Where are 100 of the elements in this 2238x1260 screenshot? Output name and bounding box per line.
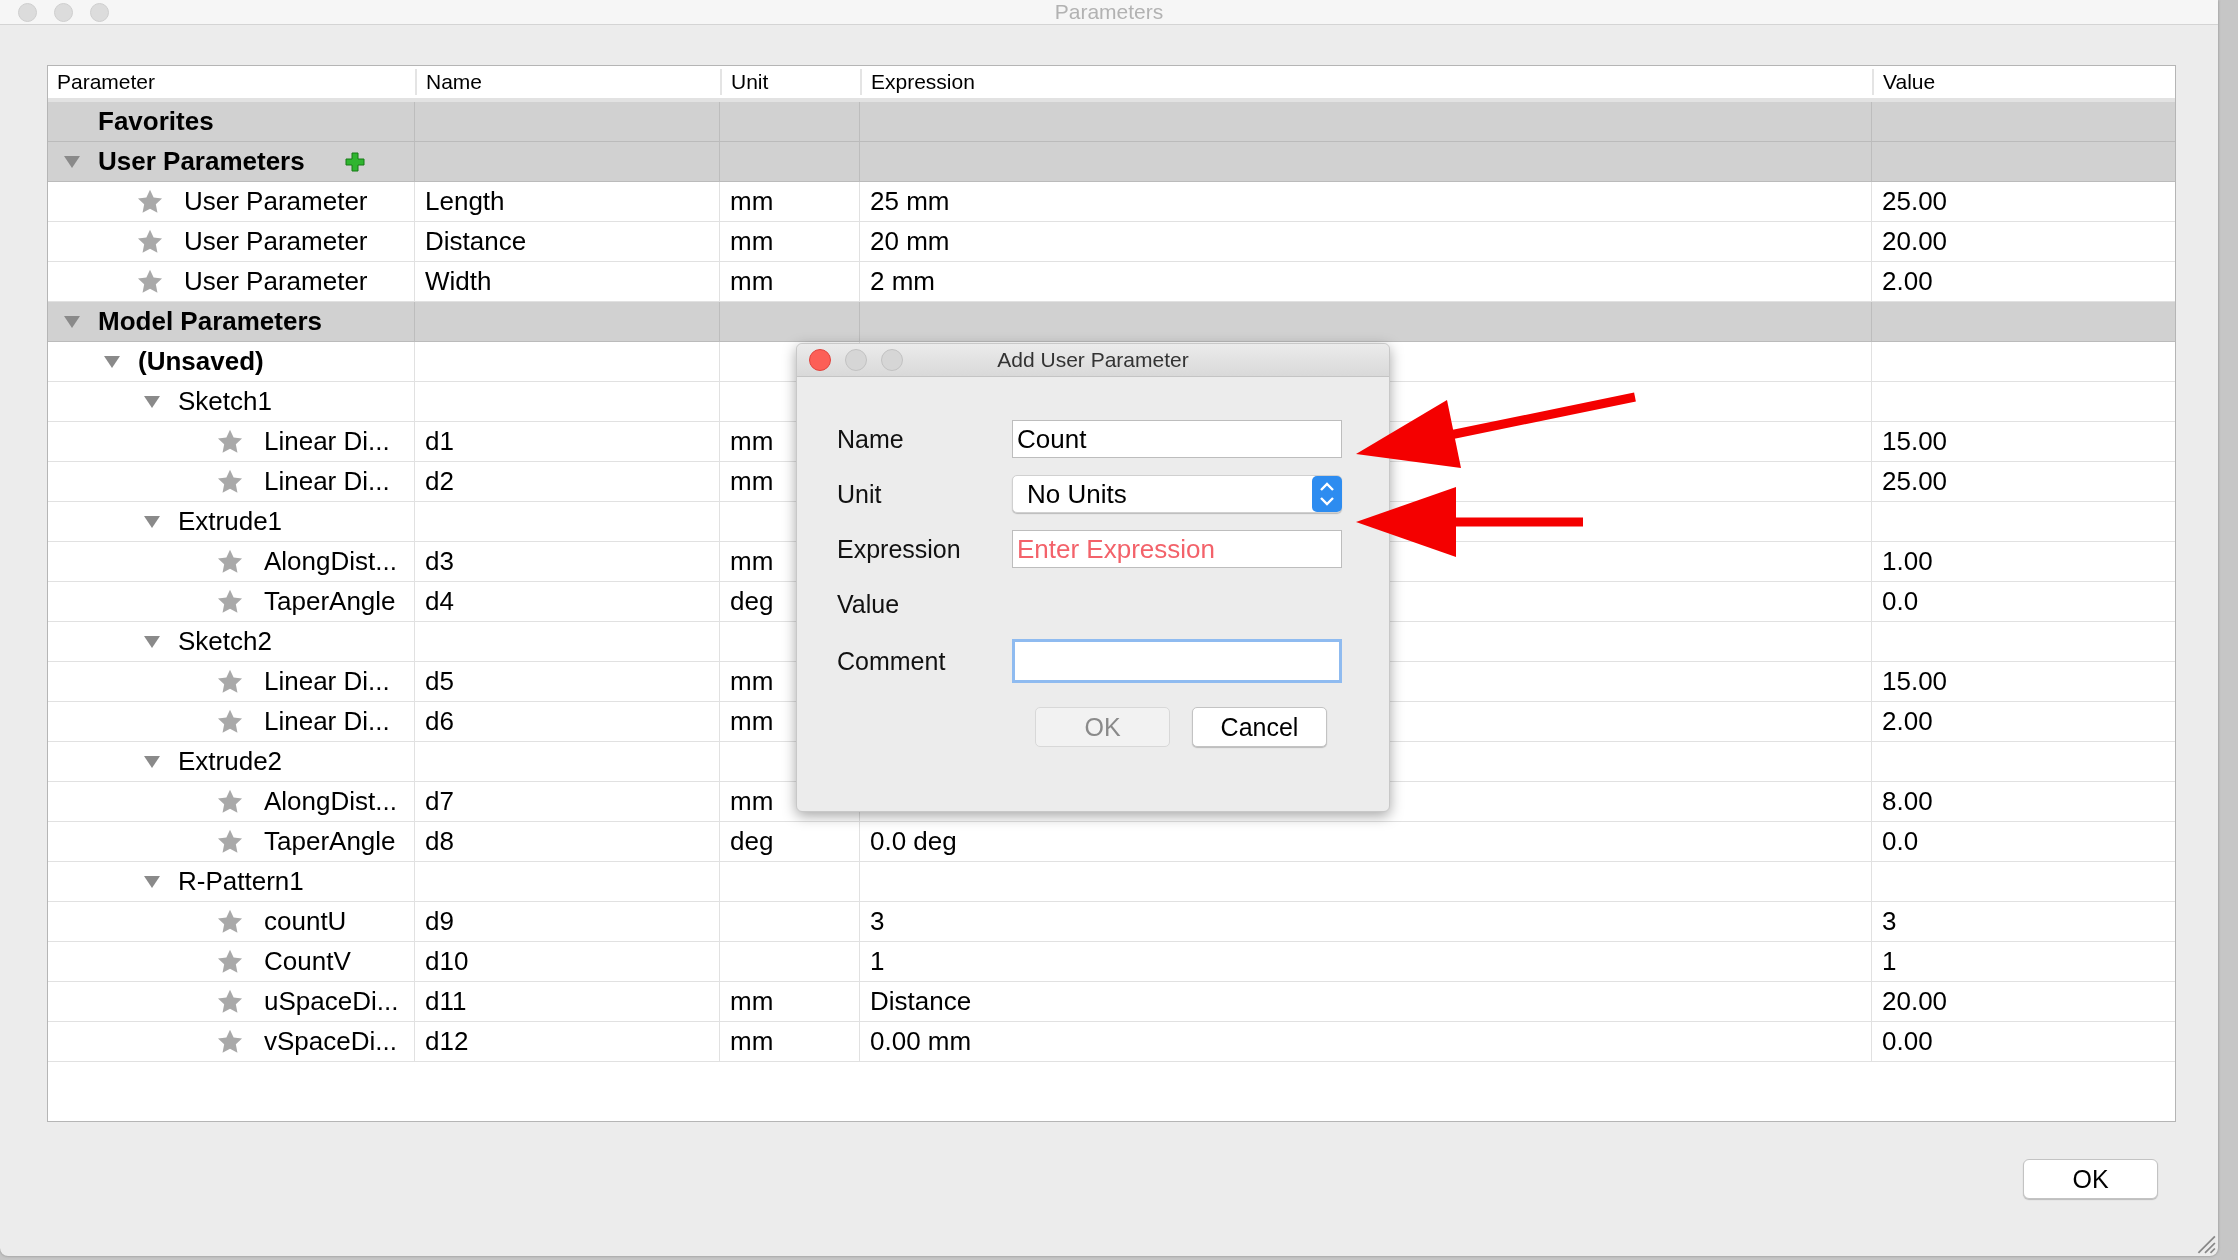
tree-label: vSpaceDi... [264, 1026, 397, 1057]
table-cell: d10 [425, 946, 469, 977]
table-cell: 25 mm [870, 186, 950, 217]
table-cell: 20.00 [1882, 226, 1948, 257]
tree-label: Linear Di... [264, 466, 390, 497]
tree-label: Model Parameters [98, 306, 322, 337]
disclosure-triangle-icon[interactable] [63, 154, 81, 169]
minimize-icon[interactable] [54, 2, 73, 22]
tree-label: AlongDist... [264, 786, 397, 817]
dialog-button[interactable]: Cancel [1192, 707, 1327, 747]
tree-label: TaperAngle [264, 586, 396, 617]
table-cell: 0.00 [1882, 1026, 1933, 1057]
ok-button[interactable]: OK [2023, 1159, 2158, 1199]
tree-label: uSpaceDi... [264, 986, 399, 1017]
table-cell: mm [730, 986, 774, 1017]
table-cell: 3 [870, 906, 885, 937]
dialog-title: Add User Parameter [997, 348, 1189, 372]
close-icon[interactable] [809, 349, 831, 371]
table-cell: 1.00 [1882, 546, 1933, 577]
zoom-icon[interactable] [90, 2, 109, 22]
tree-label: countU [264, 906, 347, 937]
tree-label: AlongDist... [264, 546, 397, 577]
table-cell: 1 [870, 946, 885, 977]
column-header[interactable]: Expression [860, 69, 1872, 95]
table-cell: Distance [870, 986, 972, 1017]
table-cell: 1 [1882, 946, 1897, 977]
table-cell: d11 [425, 986, 467, 1017]
tree-label: Sketch1 [178, 386, 272, 417]
table-cell: 2.00 [1882, 266, 1933, 297]
tree-label: Linear Di... [264, 426, 390, 457]
tree-label: Linear Di... [264, 706, 390, 737]
table-cell: 0.0 deg [870, 826, 957, 857]
table-cell: 15.00 [1882, 426, 1948, 457]
text-field[interactable]: Count [1012, 420, 1342, 458]
table-cell: 25.00 [1882, 466, 1948, 497]
disclosure-triangle-icon[interactable] [143, 754, 161, 769]
table-cell: d1 [425, 426, 454, 457]
field-label: Comment [837, 646, 947, 677]
table-cell: mm [730, 426, 774, 457]
table-cell: d4 [425, 586, 454, 617]
stepper-icon[interactable] [1312, 475, 1342, 513]
disclosure-triangle-icon[interactable] [103, 354, 121, 369]
tree-label: User Parameter [184, 266, 368, 297]
tree-label: TaperAngle [264, 826, 396, 857]
table-cell: mm [730, 706, 774, 737]
tree-label: CountV [264, 946, 351, 977]
tree-label: (Unsaved) [138, 346, 264, 377]
table-cell: d5 [425, 666, 454, 697]
table-cell: mm [730, 266, 774, 297]
table-cell: 8.00 [1882, 786, 1933, 817]
disclosure-triangle-icon[interactable] [143, 394, 161, 409]
table-cell: 2.00 [1882, 706, 1933, 737]
table-cell: 0.00 mm [870, 1026, 972, 1057]
unit-dropdown[interactable]: No Units [1012, 475, 1342, 513]
column-header[interactable]: Unit [720, 69, 860, 95]
table-cell: Width [425, 266, 492, 297]
table-cell: mm [730, 186, 774, 217]
field-label: Value [837, 589, 901, 620]
minimize-icon[interactable] [845, 349, 867, 371]
disclosure-triangle-icon[interactable] [143, 514, 161, 529]
table-cell: d6 [425, 706, 454, 737]
table-cell: 3 [1882, 906, 1897, 937]
plus-icon[interactable] [344, 151, 365, 172]
field-label: Name [837, 424, 905, 455]
tree-label: Extrude1 [178, 506, 283, 537]
table-cell: deg [730, 586, 774, 617]
table-cell: d7 [425, 786, 454, 817]
disclosure-triangle-icon[interactable] [63, 314, 81, 329]
table-cell: 20.00 [1882, 986, 1948, 1017]
window-title: Parameters [1054, 0, 1164, 24]
text-field[interactable] [1012, 639, 1342, 683]
column-header[interactable]: Value [1872, 69, 2175, 95]
table-cell: 15.00 [1882, 666, 1948, 697]
disclosure-triangle-icon[interactable] [143, 874, 161, 889]
tree-label: Favorites [98, 106, 214, 137]
table-cell: mm [730, 666, 774, 697]
table-cell: mm [730, 546, 774, 577]
tree-label: R-Pattern1 [178, 866, 304, 897]
column-header[interactable]: Name [415, 69, 720, 95]
table-cell: 0.0 [1882, 826, 1919, 857]
tree-label: Linear Di... [264, 666, 390, 697]
disclosure-triangle-icon[interactable] [143, 634, 161, 649]
table-cell: Length [425, 186, 505, 217]
tree-label: Sketch2 [178, 626, 272, 657]
table-cell: d9 [425, 906, 454, 937]
table-cell: Distance [425, 226, 527, 257]
table-cell: mm [730, 466, 774, 497]
column-header[interactable]: Parameter [48, 69, 415, 95]
table-cell: 20 mm [870, 226, 950, 257]
field-label: Unit [837, 479, 883, 510]
zoom-icon[interactable] [881, 349, 903, 371]
tree-label: Extrude2 [178, 746, 283, 777]
table-cell: mm [730, 786, 774, 817]
table-cell: d8 [425, 826, 454, 857]
text-field[interactable]: Enter Expression [1012, 530, 1342, 568]
table-cell: d2 [425, 466, 454, 497]
field-label: Expression [837, 534, 962, 565]
table-cell: 2 mm [870, 266, 935, 297]
table-cell: 25.00 [1882, 186, 1948, 217]
table-cell: 0.0 [1882, 586, 1919, 617]
